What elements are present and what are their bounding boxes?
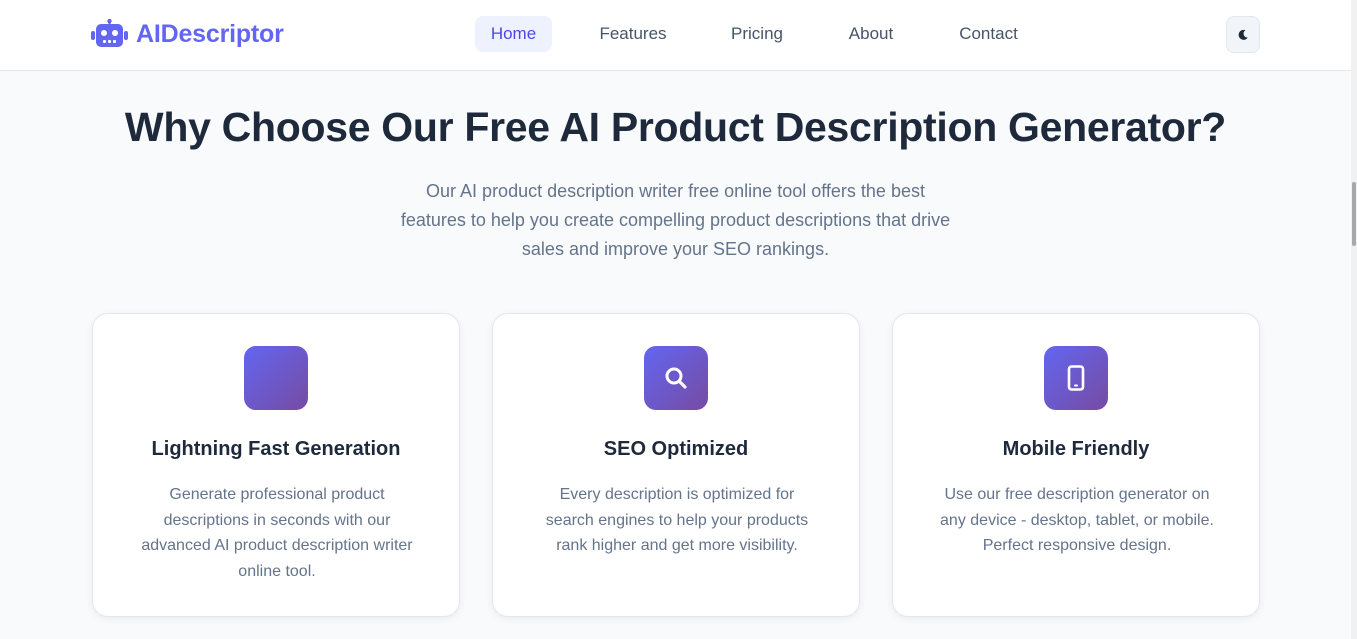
site-header: AIDescriptor Home Features Pricing About… [0, 0, 1351, 71]
moon-icon [1238, 29, 1248, 40]
feature-title: Lightning Fast Generation [151, 438, 401, 460]
description-line: descriptions in seconds with our [163, 511, 391, 529]
feature-description: Generate professional product descriptio… [117, 482, 437, 584]
description-line: search engines to help your products [545, 511, 809, 529]
lightning-icon [244, 346, 308, 410]
nav-item-contact[interactable]: Contact [945, 16, 1032, 52]
subtitle-line: features to help you create compelling p… [400, 210, 951, 230]
theme-toggle-button[interactable] [1226, 16, 1260, 53]
robot-icon [91, 19, 128, 47]
nav-item-about[interactable]: About [835, 16, 907, 52]
description-line: Every description is optimized for [559, 486, 795, 503]
feature-card-lightning: Lightning Fast Generation Generate profe… [92, 313, 460, 617]
feature-card-seo: SEO Optimized Every description is optim… [492, 313, 860, 617]
feature-description: Use our free description generator on an… [917, 482, 1237, 559]
mobile-icon [1044, 346, 1108, 410]
nav-item-features[interactable]: Features [588, 16, 678, 52]
description-line: online tool. [238, 562, 316, 580]
section-subtitle: Our AI product description writer free o… [370, 177, 981, 264]
feature-description: Every description is optimized for searc… [517, 482, 837, 559]
feature-title: SEO Optimized [603, 438, 749, 460]
subtitle-line: Our AI product description writer free o… [426, 181, 925, 201]
brand-logo-link[interactable]: AIDescriptor [91, 17, 284, 51]
description-line: advanced AI product description writer [141, 537, 413, 554]
description-line: any device - desktop, tablet, or mobile. [940, 511, 1214, 529]
search-icon [644, 346, 708, 410]
page-scrollbar[interactable] [1351, 0, 1357, 639]
nav-item-pricing[interactable]: Pricing [718, 16, 796, 52]
section-title: Why Choose Our Free AI Product Descripti… [124, 104, 1227, 150]
description-line: Generate professional product [169, 486, 385, 503]
nav-item-home[interactable]: Home [475, 16, 552, 52]
scrollbar-thumb[interactable] [1352, 182, 1356, 246]
feature-title: Mobile Friendly [1002, 438, 1150, 460]
brand-name: AIDescriptor [136, 19, 284, 48]
description-line: rank higher and get more visibility. [556, 537, 798, 554]
subtitle-line: sales and improve your SEO rankings. [521, 239, 830, 259]
description-line: Use our free description generator on [944, 486, 1210, 503]
page: AIDescriptor Home Features Pricing About… [0, 0, 1357, 639]
description-line: Perfect responsive design. [982, 537, 1172, 554]
feature-card-mobile: Mobile Friendly Use our free description… [892, 313, 1260, 617]
